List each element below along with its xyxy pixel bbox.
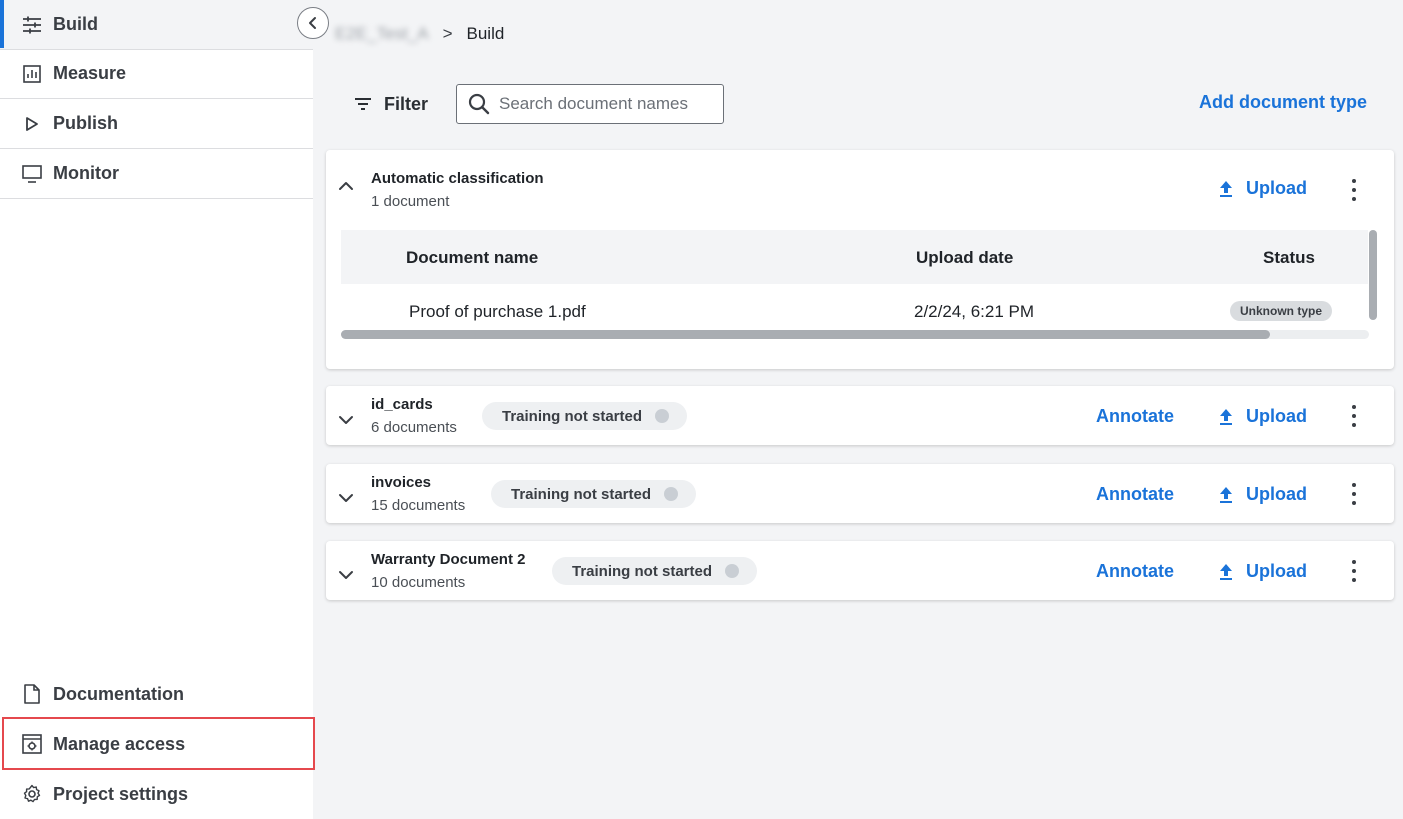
table-cell-name[interactable]: Proof of purchase 1.pdf bbox=[409, 302, 586, 322]
annotate-button[interactable]: Annotate bbox=[1096, 406, 1174, 427]
card-subtitle: 15 documents bbox=[371, 497, 466, 514]
bottom-label: Documentation bbox=[53, 683, 185, 704]
chevron-up-icon[interactable] bbox=[338, 178, 354, 194]
bottom-label: Project settings bbox=[53, 783, 189, 804]
horizontal-scrollbar[interactable] bbox=[341, 330, 1369, 339]
nav-label: Measure bbox=[53, 63, 127, 83]
upload-button[interactable]: Upload bbox=[1218, 178, 1307, 199]
add-document-type-link[interactable]: Add document type bbox=[1199, 92, 1367, 113]
breadcrumb-project[interactable]: E2E_Test_A bbox=[335, 24, 429, 44]
monitor-icon bbox=[21, 163, 43, 185]
card-subtitle: 1 document bbox=[371, 193, 450, 210]
training-status-label: Training not started bbox=[511, 485, 652, 503]
vertical-scrollbar[interactable] bbox=[1368, 230, 1377, 328]
nav-item-build[interactable]: Build bbox=[0, 0, 313, 50]
upload-label: Upload bbox=[1246, 178, 1307, 198]
training-status-badge: Training not started bbox=[552, 557, 758, 585]
training-status-badge: Training not started bbox=[491, 480, 697, 508]
column-header-date[interactable]: Upload date bbox=[916, 248, 1013, 268]
filter-button[interactable]: Filter bbox=[354, 90, 428, 118]
upload-icon bbox=[1220, 486, 1232, 503]
play-icon bbox=[21, 113, 43, 135]
training-status-badge: Training not started bbox=[482, 402, 688, 430]
training-status-label: Training not started bbox=[502, 407, 643, 425]
more-options-icon[interactable] bbox=[1349, 179, 1359, 201]
nav-item-measure[interactable]: Measure bbox=[0, 49, 313, 99]
nav-label: Publish bbox=[53, 113, 119, 133]
chevron-down-icon[interactable] bbox=[338, 567, 354, 583]
card-title: invoices bbox=[371, 474, 432, 491]
nav-item-monitor[interactable]: Monitor bbox=[0, 149, 313, 199]
nav-label: Monitor bbox=[53, 163, 119, 183]
document-type-card: Automatic classification 1 document Uplo… bbox=[326, 150, 1394, 369]
scrollbar-thumb[interactable] bbox=[1369, 230, 1377, 320]
upload-label: Upload bbox=[1246, 484, 1307, 504]
card-subtitle: 10 documents bbox=[371, 574, 466, 591]
upload-label: Upload bbox=[1246, 561, 1307, 581]
document-type-card: invoices 15 documents Training not start… bbox=[326, 464, 1394, 523]
upload-label: Upload bbox=[1246, 406, 1307, 426]
table-cell-date: 2/2/24, 6:21 PM bbox=[914, 302, 1035, 321]
document-type-card: Warranty Document 2 10 documents Trainin… bbox=[326, 541, 1394, 600]
upload-icon bbox=[1220, 563, 1232, 580]
nav-label: Build bbox=[53, 14, 98, 34]
card-title: Automatic classification bbox=[371, 170, 544, 187]
column-header-status[interactable]: Status bbox=[1263, 248, 1315, 268]
status-dot-icon bbox=[655, 409, 670, 423]
training-status-label: Training not started bbox=[572, 562, 713, 580]
status-dot-icon bbox=[664, 487, 679, 501]
upload-button[interactable]: Upload bbox=[1218, 561, 1307, 582]
project-settings-link[interactable]: Project settings bbox=[0, 769, 313, 819]
status-badge: Unknown type bbox=[1230, 301, 1333, 321]
column-header-name[interactable]: Document name bbox=[406, 248, 538, 268]
scrollbar-thumb[interactable] bbox=[341, 330, 1270, 339]
filter-icon bbox=[355, 98, 371, 110]
annotate-button[interactable]: Annotate bbox=[1096, 561, 1174, 582]
breadcrumb: E2E_Test_A > Build bbox=[335, 22, 504, 46]
more-options-icon[interactable] bbox=[1349, 483, 1359, 505]
chevron-down-icon[interactable] bbox=[338, 490, 354, 506]
sliders-icon bbox=[21, 14, 43, 36]
card-title: Warranty Document 2 bbox=[371, 551, 526, 568]
chevron-down-icon[interactable] bbox=[338, 412, 354, 428]
breadcrumb-separator: > bbox=[442, 24, 453, 43]
search-input[interactable] bbox=[499, 94, 709, 114]
document-type-card: id_cards 6 documents Training not starte… bbox=[326, 386, 1394, 445]
annotate-button[interactable]: Annotate bbox=[1096, 484, 1174, 505]
filter-label: Filter bbox=[384, 93, 429, 114]
chart-icon bbox=[21, 63, 43, 85]
search-icon bbox=[468, 93, 490, 115]
table-header: Document name Upload date Status bbox=[341, 230, 1369, 284]
sidebar: Build Measure Publish Monitor Documentat… bbox=[0, 0, 313, 819]
card-subtitle: 6 documents bbox=[371, 419, 457, 436]
gear-icon bbox=[21, 783, 43, 805]
breadcrumb-current: Build bbox=[466, 24, 505, 43]
upload-icon bbox=[1220, 408, 1232, 425]
chevron-left-icon bbox=[309, 17, 316, 29]
manage-access-highlight bbox=[2, 717, 315, 770]
status-dot-icon bbox=[725, 564, 740, 578]
collapse-sidebar-button[interactable] bbox=[297, 7, 329, 39]
document-icon bbox=[21, 683, 43, 705]
more-options-icon[interactable] bbox=[1349, 560, 1359, 582]
upload-icon bbox=[1220, 180, 1232, 197]
more-options-icon[interactable] bbox=[1349, 405, 1359, 427]
upload-button[interactable]: Upload bbox=[1218, 406, 1307, 427]
nav-item-publish[interactable]: Publish bbox=[0, 99, 313, 149]
search-box[interactable] bbox=[456, 84, 724, 124]
card-title: id_cards bbox=[371, 396, 433, 413]
documentation-link[interactable]: Documentation bbox=[0, 669, 313, 719]
upload-button[interactable]: Upload bbox=[1218, 484, 1307, 505]
